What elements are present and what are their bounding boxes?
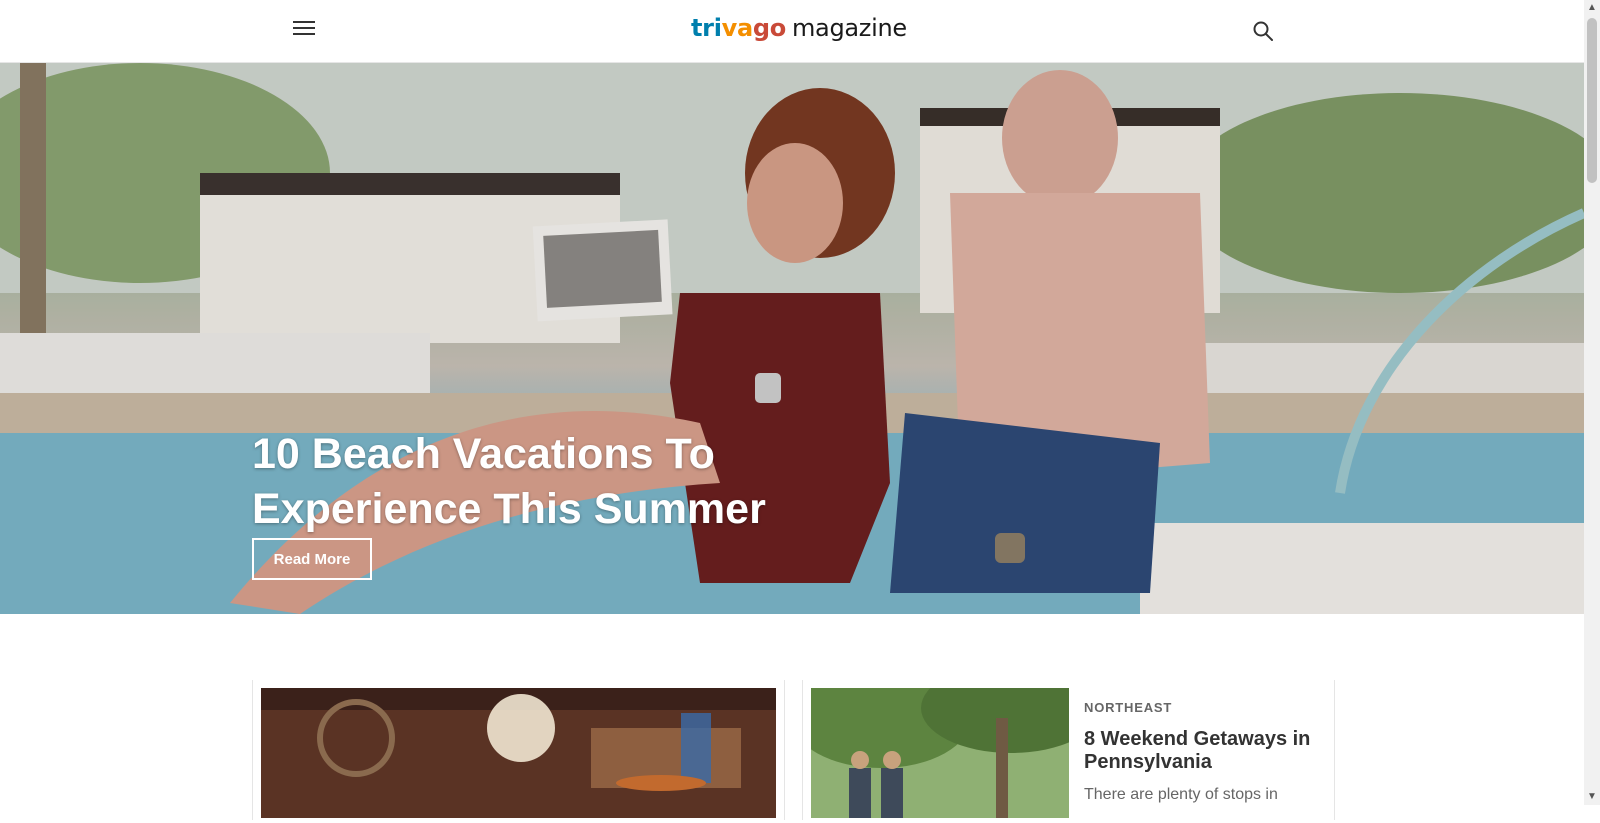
hamburger-menu-icon-bar	[293, 33, 315, 35]
read-more-button[interactable]: Read More	[252, 538, 372, 580]
vertical-scrollbar[interactable]: ▲ ▼	[1584, 0, 1600, 805]
article-category[interactable]: NORTHEAST	[1084, 700, 1172, 715]
hero-banner[interactable]: 10 Beach Vacations To Experience This Su…	[0, 63, 1584, 614]
logo-magazine: magazine	[791, 14, 907, 42]
chevron-down-icon[interactable]: ▼	[1584, 789, 1600, 805]
logo-va: va	[721, 14, 754, 42]
search-button[interactable]	[1252, 20, 1276, 44]
restaurant-interior-image	[261, 688, 776, 818]
scrollbar-thumb[interactable]	[1587, 18, 1597, 183]
site-header: trivago magazine	[0, 0, 1584, 63]
hero-title[interactable]: 10 Beach Vacations To Experience This Su…	[252, 427, 872, 537]
logo-go: go	[752, 14, 786, 42]
logo-tri: tri	[691, 14, 722, 42]
hamburger-menu-icon-bar	[293, 27, 315, 29]
chevron-up-icon[interactable]: ▲	[1584, 0, 1600, 16]
article-cards: NORTHEAST 8 Weekend Getaways in Pennsylv…	[0, 614, 1584, 820]
article-thumbnail[interactable]	[791, 663, 1101, 818]
amish-couple-image	[791, 663, 1101, 818]
article-title[interactable]: 8 Weekend Getaways in Pennsylvania	[1084, 728, 1324, 774]
article-excerpt: There are plenty of stops in	[1084, 786, 1278, 803]
menu-button[interactable]	[292, 18, 318, 44]
article-thumbnail[interactable]	[261, 688, 776, 818]
site-logo[interactable]: trivago magazine	[691, 14, 907, 42]
search-icon	[1253, 21, 1273, 41]
article-card[interactable]	[252, 680, 785, 820]
article-card[interactable]: NORTHEAST 8 Weekend Getaways in Pennsylv…	[791, 663, 1335, 820]
hamburger-menu-icon	[293, 21, 315, 23]
